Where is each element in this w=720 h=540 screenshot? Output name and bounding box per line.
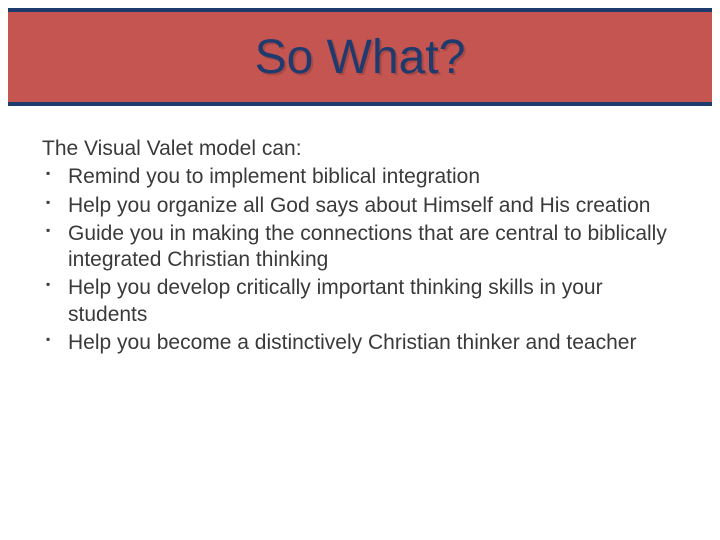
bullet-text: Help you become a distinctively Christia… bbox=[68, 331, 636, 354]
list-item: Help you organize all God says about Him… bbox=[42, 193, 678, 219]
intro-text: The Visual Valet model can: bbox=[42, 136, 678, 162]
bullet-text: Help you develop critically important th… bbox=[68, 276, 603, 325]
list-item: Remind you to implement biblical integra… bbox=[42, 164, 678, 190]
list-item: Help you develop critically important th… bbox=[42, 275, 678, 328]
bullet-text: Help you organize all God says about Him… bbox=[68, 194, 650, 217]
bullet-text: Guide you in making the connections that… bbox=[68, 222, 667, 271]
slide-title: So What? bbox=[255, 30, 466, 85]
list-item: Help you become a distinctively Christia… bbox=[42, 330, 678, 356]
list-item: Guide you in making the connections that… bbox=[42, 221, 678, 274]
bullet-list: Remind you to implement biblical integra… bbox=[42, 164, 678, 356]
slide: So What? The Visual Valet model can: Rem… bbox=[0, 8, 720, 540]
bullet-text: Remind you to implement biblical integra… bbox=[68, 165, 480, 188]
title-bar: So What? bbox=[8, 8, 712, 106]
slide-body: The Visual Valet model can: Remind you t… bbox=[42, 136, 678, 356]
